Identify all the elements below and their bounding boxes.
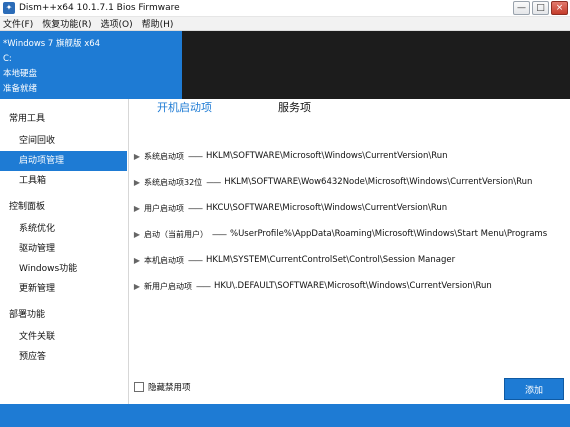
entry-name: 启动（当前用户） <box>144 229 208 239</box>
entry-separator: —— <box>188 255 203 265</box>
entry-path: HKLM\SOFTWARE\Microsoft\Windows\CurrentV… <box>206 151 448 161</box>
sidebar-item-update-manager[interactable]: 更新管理 <box>0 279 128 299</box>
menu-file[interactable]: 文件(F) <box>3 17 33 30</box>
tab-startup-items[interactable]: 开机启动项 <box>157 99 212 115</box>
startup-entry-list: ▶ 系统启动项 —— HKLM\SOFTWARE\Microsoft\Windo… <box>130 143 570 299</box>
menu-restore[interactable]: 恢复功能(R) <box>42 17 91 30</box>
minimize-button[interactable]: — <box>513 1 530 15</box>
entry-path: %UserProfile%\AppData\Roaming\Microsoft\… <box>230 229 548 239</box>
sidebar-item-windows-features[interactable]: Windows功能 <box>0 259 128 279</box>
entry-name: 本机启动项 <box>144 255 184 265</box>
sidebar-item-file-association[interactable]: 文件关联 <box>0 327 128 347</box>
hide-disabled-row[interactable]: 隐藏禁用项 <box>134 381 191 393</box>
menu-help[interactable]: 帮助(H) <box>142 17 174 30</box>
sidebar-item-driver-manager[interactable]: 驱动管理 <box>0 239 128 259</box>
entry-path: HKCU\SOFTWARE\Microsoft\Windows\CurrentV… <box>206 203 448 213</box>
sidebar-item-toolbox[interactable]: 工具箱 <box>0 171 128 191</box>
entry-separator: —— <box>196 281 211 291</box>
chevron-right-icon[interactable]: ▶ <box>130 256 144 265</box>
sidebar-header-common-tools: 常用工具 <box>9 114 46 124</box>
title-bar: ✦ Dism++x64 10.1.7.1 Bios Firmware — □ × <box>0 0 570 17</box>
entry-name: 用户启动项 <box>144 203 184 213</box>
entry-separator: —— <box>188 151 203 161</box>
entry-separator: —— <box>212 229 227 239</box>
menu-bar: 文件(F) 恢复功能(R) 选项(O) 帮助(H) <box>0 17 570 31</box>
chevron-right-icon[interactable]: ▶ <box>130 152 144 161</box>
window-controls: — □ × <box>513 1 568 15</box>
main-content: 开机启动项 服务项 ▶ 系统启动项 —— HKLM\SOFTWARE\Micro… <box>130 99 570 404</box>
startup-entry-machine[interactable]: ▶ 本机启动项 —— HKLM\SYSTEM\CurrentControlSet… <box>130 247 570 273</box>
hide-disabled-label: 隐藏禁用项 <box>148 383 191 393</box>
tab-service-items[interactable]: 服务项 <box>278 99 311 115</box>
entry-path: HKLM\SOFTWARE\Wow6432Node\Microsoft\Wind… <box>224 177 533 187</box>
entry-name: 新用户启动项 <box>144 281 192 291</box>
add-button[interactable]: 添加 <box>504 378 564 400</box>
entry-name: 系统启动项32位 <box>144 177 203 187</box>
chevron-right-icon[interactable]: ▶ <box>130 204 144 213</box>
hide-disabled-checkbox[interactable] <box>134 382 144 392</box>
close-button[interactable]: × <box>551 1 568 15</box>
chevron-right-icon[interactable]: ▶ <box>130 230 144 239</box>
sidebar: 常用工具 空间回收 启动项管理 工具箱 控制面板 系统优化 驱动管理 Windo… <box>0 99 129 404</box>
disk-type: 本地硬盘 <box>3 69 38 79</box>
chevron-right-icon[interactable]: ▶ <box>130 178 144 187</box>
app-logo-icon: ✦ <box>3 2 15 14</box>
sidebar-header-deploy: 部署功能 <box>9 310 46 320</box>
drive-letter: C: <box>3 54 12 64</box>
chevron-right-icon[interactable]: ▶ <box>130 282 144 291</box>
window-title: Dism++x64 10.1.7.1 Bios Firmware <box>19 3 180 13</box>
startup-entry-current-user-folder[interactable]: ▶ 启动（当前用户） —— %UserProfile%\AppData\Roam… <box>130 221 570 247</box>
session-list-panel <box>182 31 570 99</box>
status-text: 准备就绪 <box>3 84 38 94</box>
maximize-button[interactable]: □ <box>532 1 549 15</box>
sidebar-item-startup-manager[interactable]: 启动项管理 <box>0 151 127 171</box>
entry-name: 系统启动项 <box>144 151 184 161</box>
system-info-panel[interactable]: *Windows 7 旗舰版 x64 C: 本地硬盘 准备就绪 <box>0 31 182 99</box>
startup-entry-system[interactable]: ▶ 系统启动项 —— HKLM\SOFTWARE\Microsoft\Windo… <box>130 143 570 169</box>
menu-options[interactable]: 选项(O) <box>100 17 132 30</box>
os-name: *Windows 7 旗舰版 x64 <box>3 39 101 49</box>
sidebar-item-space-cleanup[interactable]: 空间回收 <box>0 131 128 151</box>
sidebar-item-system-optimize[interactable]: 系统优化 <box>0 219 128 239</box>
sidebar-header-control-panel: 控制面板 <box>9 202 46 212</box>
sidebar-item-pre-answer[interactable]: 预应答 <box>0 347 128 367</box>
startup-entry-user[interactable]: ▶ 用户启动项 —— HKCU\SOFTWARE\Microsoft\Windo… <box>130 195 570 221</box>
status-bar <box>0 404 570 427</box>
entry-separator: —— <box>188 203 203 213</box>
entry-path: HKLM\SYSTEM\CurrentControlSet\Control\Se… <box>206 255 456 265</box>
entry-separator: —— <box>206 177 221 187</box>
startup-entry-system-32[interactable]: ▶ 系统启动项32位 —— HKLM\SOFTWARE\Wow6432Node\… <box>130 169 570 195</box>
startup-entry-new-user[interactable]: ▶ 新用户启动项 —— HKU\.DEFAULT\SOFTWARE\Micros… <box>130 273 570 299</box>
entry-path: HKU\.DEFAULT\SOFTWARE\Microsoft\Windows\… <box>214 281 492 291</box>
